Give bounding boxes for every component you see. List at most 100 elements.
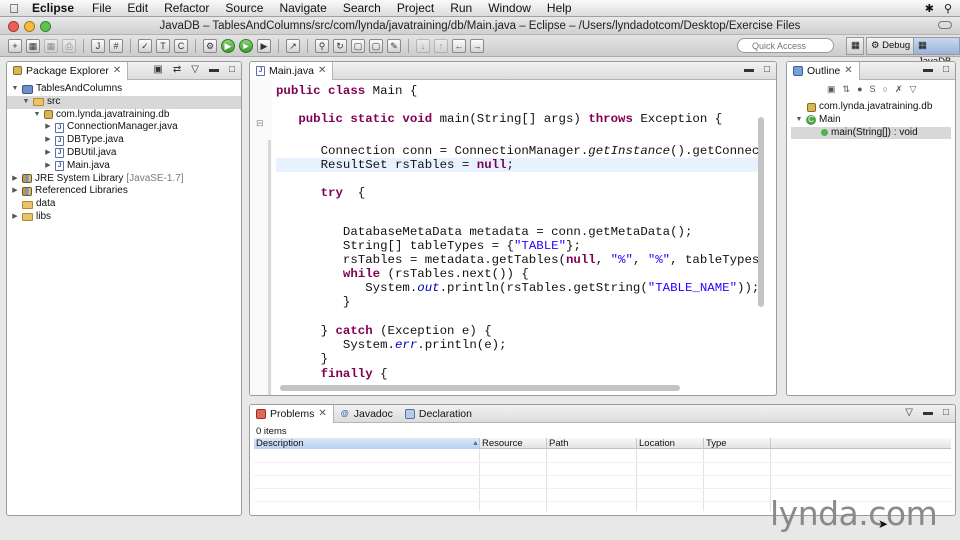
view-menu-icon[interactable]: ▽ (905, 407, 913, 418)
expanded-icon[interactable]: ▼ (22, 96, 30, 109)
collapse-all-icon[interactable]: ▣ (827, 84, 836, 95)
external-tools-icon[interactable]: ▶ (257, 38, 271, 53)
view-menu-icon[interactable]: ▽ (191, 64, 199, 75)
tree-item[interactable]: ▶ libs (7, 211, 241, 224)
sort-icon[interactable]: ⇅ (843, 84, 851, 95)
menu-edit[interactable]: Edit (119, 1, 156, 15)
col-description[interactable]: Description (254, 438, 480, 449)
collapsed-icon[interactable]: ▶ (11, 185, 19, 198)
col-type[interactable]: Type (704, 438, 771, 449)
collapsed-icon[interactable]: ▶ (44, 147, 52, 160)
menu-file[interactable]: File (84, 1, 119, 15)
toolbar-toggle-button[interactable] (938, 21, 952, 29)
minimize-icon[interactable]: ▬ (744, 64, 754, 75)
collapsed-icon[interactable]: ▶ (11, 173, 19, 186)
hide-nonpublic-icon[interactable]: ○ (883, 84, 888, 95)
prev-annotation-icon[interactable]: ↑ (434, 38, 448, 53)
new-package-icon[interactable]: # (109, 38, 123, 53)
app-menu[interactable]: Eclipse (28, 1, 84, 15)
open-type-icon[interactable]: T (156, 38, 170, 53)
menu-source[interactable]: Source (217, 1, 271, 15)
collapsed-icon[interactable]: ▶ (11, 211, 19, 224)
forward-icon[interactable]: → (470, 38, 484, 53)
quick-access-input[interactable] (737, 38, 834, 53)
outline-item[interactable]: main(String[]) : void (791, 126, 951, 140)
save-icon[interactable]: ▦ (26, 38, 40, 53)
open-perspective-button[interactable]: ▦ (846, 37, 864, 55)
tree-item[interactable]: ▼ TablesAndColumns (7, 83, 241, 96)
col-location[interactable]: Location (637, 438, 704, 449)
outline-item[interactable]: ▼ C Main (791, 114, 951, 127)
collapsed-icon[interactable]: ▶ (44, 160, 52, 173)
minimize-icon[interactable]: ▬ (209, 64, 219, 75)
code-line[interactable]: public static void main(String[] args) t… (276, 112, 722, 126)
minimize-icon[interactable]: ▬ (923, 407, 933, 418)
bluetooth-icon[interactable]: ✱ (925, 2, 934, 15)
link-editor-icon[interactable]: ⇄ (173, 64, 181, 75)
save-all-icon[interactable]: ▦ (44, 38, 58, 53)
close-icon[interactable]: ✕ (113, 65, 121, 76)
tree-item[interactable]: ▶ J DBType.java (7, 134, 241, 147)
apple-icon[interactable]:  (0, 1, 28, 16)
close-window-button[interactable] (8, 21, 19, 32)
code-line[interactable]: finally { (276, 367, 388, 381)
code-line[interactable]: rsTables = metadata.getTables(null, "%",… (276, 253, 764, 267)
minimize-window-button[interactable] (24, 21, 35, 32)
horizontal-scrollbar-thumb[interactable] (280, 385, 680, 391)
debug-icon[interactable]: ► (239, 38, 253, 53)
refresh-icon[interactable]: ↻ (333, 38, 347, 53)
zoom-window-button[interactable] (40, 21, 51, 32)
menu-refactor[interactable]: Refactor (156, 1, 217, 15)
edit-icon[interactable]: ✎ (387, 38, 401, 53)
tab-main-java[interactable]: J Main.java ✕ (250, 62, 334, 80)
code-line[interactable]: try { (276, 186, 366, 200)
menu-help[interactable]: Help (539, 1, 580, 15)
print-icon[interactable]: ⎙ (62, 38, 76, 53)
expanded-icon[interactable]: ▼ (795, 114, 803, 127)
close-icon[interactable]: ✕ (844, 65, 852, 76)
maximize-icon[interactable]: □ (229, 64, 235, 75)
code-area[interactable]: public class Main { public static void m… (276, 80, 764, 381)
next-annotation-icon[interactable]: ↓ (416, 38, 430, 53)
menu-window[interactable]: Window (480, 1, 539, 15)
tree-item[interactable]: ▶ J Main.java (7, 160, 241, 173)
tree-item[interactable]: ▶ Referenced Libraries (7, 185, 241, 198)
tree-item[interactable]: data (7, 198, 241, 211)
hide-fields-icon[interactable]: ● (857, 84, 862, 95)
tree-item[interactable]: ▶ JRE System Library [JavaSE-1.7] (7, 173, 241, 186)
open-perspective-icon[interactable]: ↗ (286, 38, 300, 53)
collapsed-icon[interactable]: ▶ (44, 134, 52, 147)
tree-item[interactable]: ▼ src (7, 95, 241, 109)
collapse-all-icon[interactable]: ▣ (153, 64, 162, 75)
expanded-icon[interactable]: ▼ (11, 83, 19, 96)
tasks-icon[interactable]: ✓ (138, 38, 152, 53)
outline-item[interactable]: com.lynda.javatraining.db (791, 101, 951, 114)
minimize-icon[interactable]: ▬ (923, 64, 933, 75)
tree-item[interactable]: ▶ J DBUtil.java (7, 147, 241, 160)
tab-package-explorer[interactable]: Package Explorer ✕ (7, 62, 129, 80)
code-line[interactable]: DatabaseMetaData metadata = conn.getMeta… (276, 225, 693, 239)
view-menu-icon[interactable]: ▽ (910, 84, 917, 95)
code-line[interactable]: Connection conn = ConnectionManager.getI… (276, 144, 764, 158)
open-file-icon[interactable]: ▢ (369, 38, 383, 53)
close-icon[interactable]: ✕ (318, 408, 326, 419)
code-line[interactable]: System.out.println(rsTables.getString("T… (276, 281, 759, 295)
tab-declaration[interactable]: Declaration (399, 405, 478, 423)
search-icon[interactable]: ⚲ (944, 2, 952, 15)
code-line[interactable]: } (276, 295, 350, 309)
code-line[interactable]: } catch (Exception e) { (276, 324, 492, 338)
skip-breakpoints-icon[interactable]: ⚙ (203, 38, 217, 53)
menu-run[interactable]: Run (442, 1, 480, 15)
tree-item[interactable]: ▶ J ConnectionManager.java (7, 121, 241, 134)
run-icon[interactable]: ▶ (221, 38, 235, 53)
code-line[interactable]: while (rsTables.next()) { (276, 267, 529, 281)
col-resource[interactable]: Resource (480, 438, 547, 449)
new-class-icon[interactable]: C (174, 38, 188, 53)
maximize-icon[interactable]: □ (943, 407, 949, 418)
fold-minus-icon[interactable]: ⊟ (256, 118, 264, 129)
tab-problems[interactable]: Problems ✕ (250, 405, 334, 423)
open-folder-icon[interactable]: ▢ (351, 38, 365, 53)
back-icon[interactable]: ← (452, 38, 466, 53)
expanded-icon[interactable]: ▼ (33, 109, 41, 122)
hide-static-icon[interactable]: S (870, 84, 876, 95)
